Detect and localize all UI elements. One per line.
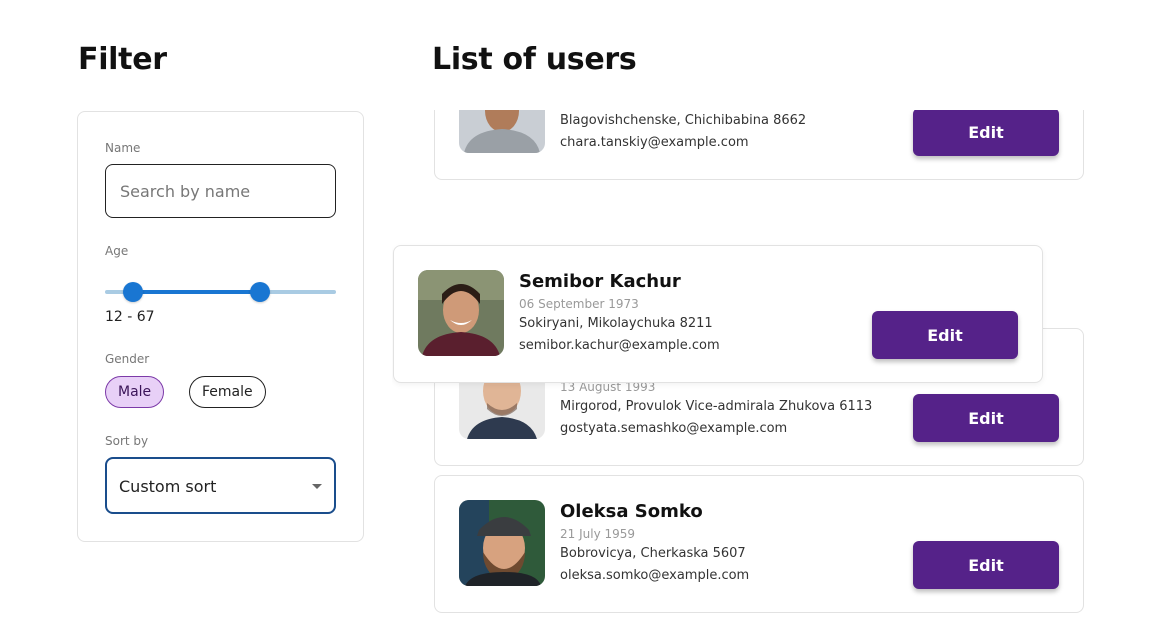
user-name: Semibor Kachur xyxy=(519,271,681,292)
list-title: List of users xyxy=(432,42,637,77)
user-list[interactable]: Blagovishchenske, Chichibabina 8662 char… xyxy=(392,110,1112,622)
user-dob: 06 September 1973 xyxy=(519,297,639,311)
slider-track xyxy=(132,290,260,294)
slider-thumb-min[interactable] xyxy=(122,282,143,302)
user-name: Oleksa Somko xyxy=(560,501,703,522)
user-address: Blagovishchenske, Chichibabina 8662 xyxy=(560,113,807,128)
slider-thumb-max[interactable] xyxy=(249,282,270,302)
user-email: chara.tanskiy@example.com xyxy=(560,135,749,150)
user-email: oleksa.somko@example.com xyxy=(560,568,750,583)
filter-title: Filter xyxy=(78,42,167,77)
gender-label: Gender xyxy=(105,352,150,366)
user-avatar xyxy=(418,270,504,356)
edit-button[interactable]: Edit xyxy=(913,541,1059,589)
sort-select[interactable]: Custom sort xyxy=(105,457,336,514)
dragged-user-card[interactable]: Semibor Kachur 06 September 1973 Sokirya… xyxy=(393,245,1043,383)
user-card: Oleksa Somko 21 July 1959 Bobrovicya, Ch… xyxy=(434,475,1084,613)
user-address: Mirgorod, Provulok Vice-admirala Zhukova… xyxy=(560,399,873,414)
age-label: Age xyxy=(105,244,129,258)
user-address: Bobrovicya, Cherkaska 5607 xyxy=(560,546,746,561)
user-email: semibor.kachur@example.com xyxy=(519,338,720,353)
sort-select-value: Custom sort xyxy=(119,477,217,496)
edit-button[interactable]: Edit xyxy=(913,394,1059,442)
edit-button[interactable]: Edit xyxy=(913,110,1059,156)
filter-panel: Name Age 12 - 67 Gender Male Female Sort… xyxy=(77,111,364,542)
user-avatar xyxy=(459,500,545,586)
age-range-slider[interactable] xyxy=(105,280,336,304)
user-address: Sokiryani, Mikolaychuka 8211 xyxy=(519,316,713,331)
user-avatar xyxy=(459,110,545,153)
name-label: Name xyxy=(105,141,141,155)
user-card: Blagovishchenske, Chichibabina 8662 char… xyxy=(434,110,1084,180)
chevron-down-icon xyxy=(312,484,322,489)
gender-chip-female[interactable]: Female xyxy=(189,376,266,408)
user-dob: 21 July 1959 xyxy=(560,527,636,541)
search-name-input[interactable] xyxy=(105,164,336,218)
edit-button[interactable]: Edit xyxy=(872,311,1018,359)
gender-chip-male[interactable]: Male xyxy=(105,376,165,408)
age-range-value: 12 - 67 xyxy=(105,309,155,325)
sort-label: Sort by xyxy=(105,434,149,448)
user-email: gostyata.semashko@example.com xyxy=(560,421,788,436)
